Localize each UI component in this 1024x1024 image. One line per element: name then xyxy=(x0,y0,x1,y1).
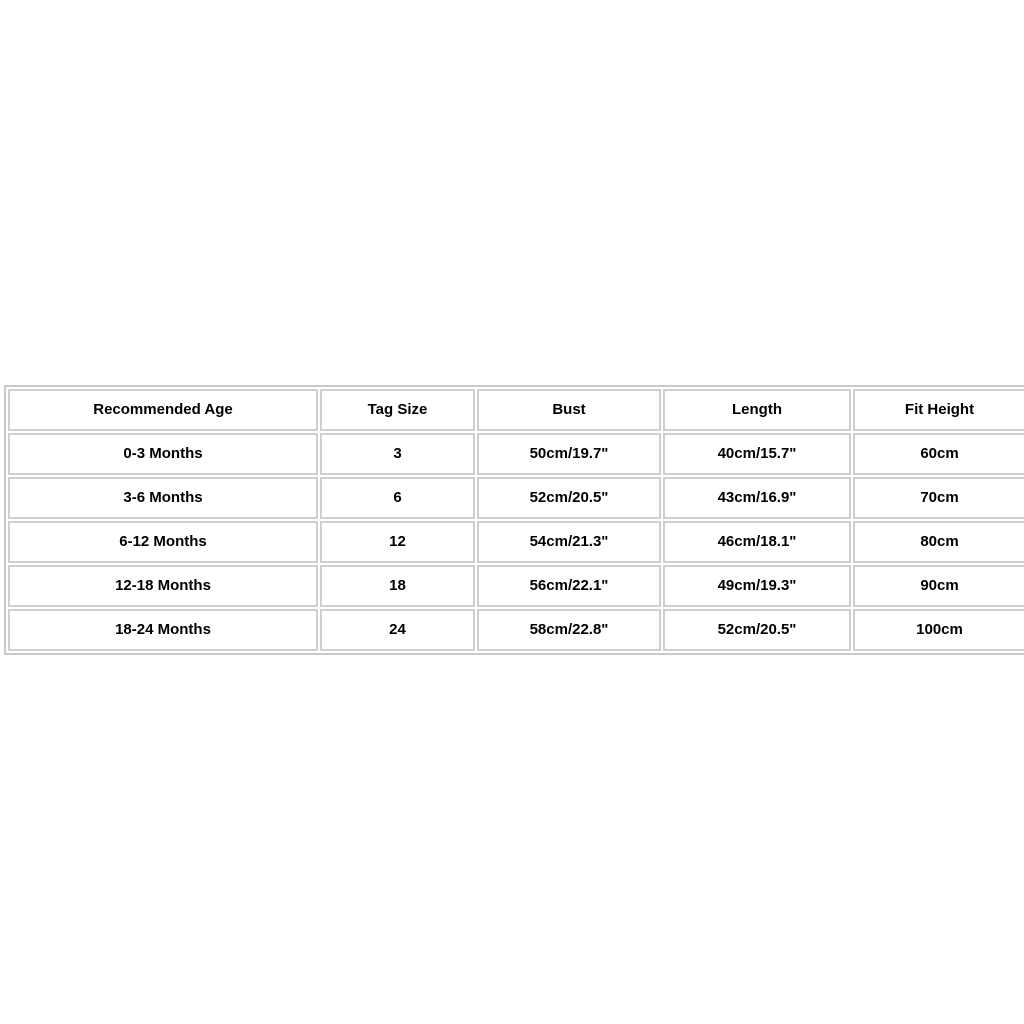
cell-fit-height: 80cm xyxy=(853,521,1024,563)
cell-bust: 54cm/21.3" xyxy=(477,521,661,563)
table-row: 18-24 Months 24 58cm/22.8" 52cm/20.5" 10… xyxy=(8,609,1024,651)
table-header-row: Recommended Age Tag Size Bust Length Fit… xyxy=(8,389,1024,431)
cell-length: 49cm/19.3" xyxy=(663,565,851,607)
column-header-length: Length xyxy=(663,389,851,431)
cell-age: 18-24 Months xyxy=(8,609,318,651)
table-row: 3-6 Months 6 52cm/20.5" 43cm/16.9" 70cm xyxy=(8,477,1024,519)
cell-length: 43cm/16.9" xyxy=(663,477,851,519)
column-header-bust: Bust xyxy=(477,389,661,431)
table-row: 6-12 Months 12 54cm/21.3" 46cm/18.1" 80c… xyxy=(8,521,1024,563)
cell-length: 52cm/20.5" xyxy=(663,609,851,651)
cell-age: 0-3 Months xyxy=(8,433,318,475)
cell-tag-size: 12 xyxy=(320,521,475,563)
cell-fit-height: 70cm xyxy=(853,477,1024,519)
size-chart-table: Recommended Age Tag Size Bust Length Fit… xyxy=(4,385,1024,655)
cell-bust: 58cm/22.8" xyxy=(477,609,661,651)
cell-fit-height: 90cm xyxy=(853,565,1024,607)
size-chart-container: Recommended Age Tag Size Bust Length Fit… xyxy=(4,385,1024,655)
column-header-recommended-age: Recommended Age xyxy=(8,389,318,431)
cell-bust: 56cm/22.1" xyxy=(477,565,661,607)
cell-length: 40cm/15.7" xyxy=(663,433,851,475)
cell-age: 3-6 Months xyxy=(8,477,318,519)
size-chart-body: 0-3 Months 3 50cm/19.7" 40cm/15.7" 60cm … xyxy=(8,433,1024,651)
cell-bust: 52cm/20.5" xyxy=(477,477,661,519)
table-row: 0-3 Months 3 50cm/19.7" 40cm/15.7" 60cm xyxy=(8,433,1024,475)
column-header-tag-size: Tag Size xyxy=(320,389,475,431)
cell-fit-height: 60cm xyxy=(853,433,1024,475)
cell-tag-size: 3 xyxy=(320,433,475,475)
table-row: 12-18 Months 18 56cm/22.1" 49cm/19.3" 90… xyxy=(8,565,1024,607)
cell-tag-size: 18 xyxy=(320,565,475,607)
cell-age: 12-18 Months xyxy=(8,565,318,607)
size-chart-header: Recommended Age Tag Size Bust Length Fit… xyxy=(8,389,1024,431)
cell-tag-size: 6 xyxy=(320,477,475,519)
cell-bust: 50cm/19.7" xyxy=(477,433,661,475)
cell-fit-height: 100cm xyxy=(853,609,1024,651)
cell-length: 46cm/18.1" xyxy=(663,521,851,563)
cell-age: 6-12 Months xyxy=(8,521,318,563)
cell-tag-size: 24 xyxy=(320,609,475,651)
column-header-fit-height: Fit Height xyxy=(853,389,1024,431)
